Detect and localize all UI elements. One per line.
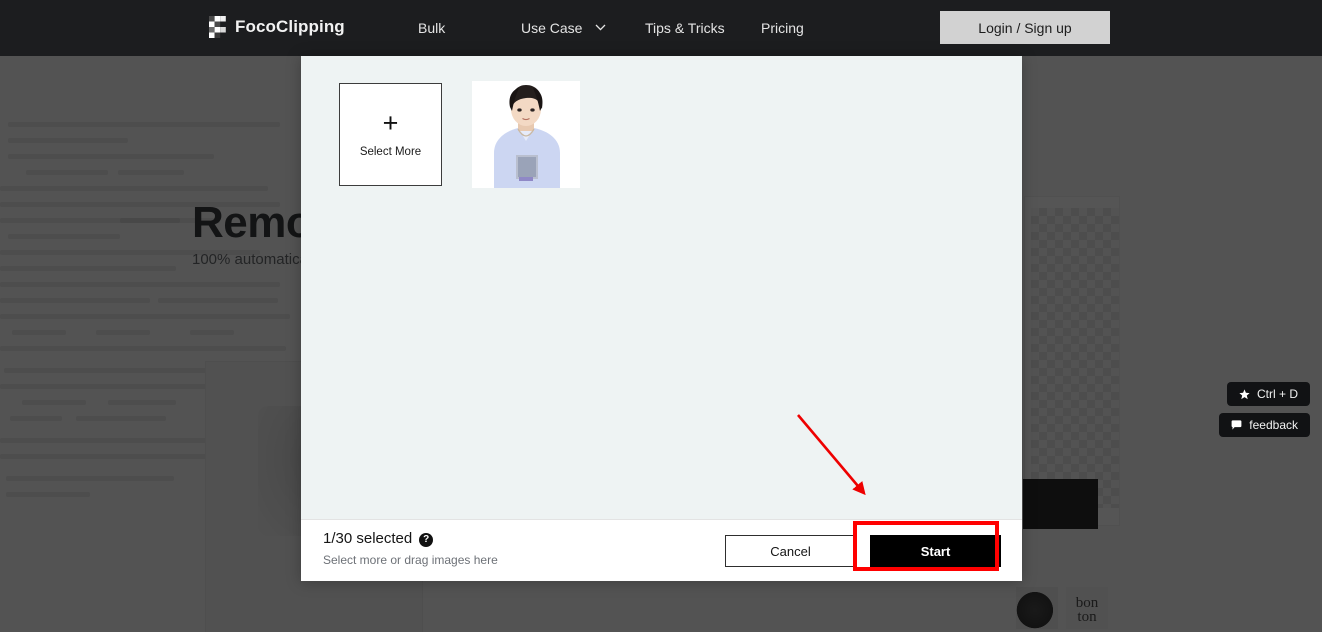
selection-hint: Select more or drag images here [323, 553, 498, 567]
question-mark-icon[interactable]: ? [419, 533, 433, 547]
nav-link-use-case-label: Use Case [521, 20, 582, 36]
modal-footer: 1/30 selected ? Select more or drag imag… [301, 519, 1022, 581]
nav-link-pricing[interactable]: Pricing [761, 20, 804, 36]
nav-link-bulk[interactable]: Bulk [418, 20, 445, 36]
start-button[interactable]: Start [870, 535, 1001, 567]
brand-name: FocoClipping [235, 17, 345, 37]
modal-image-grid[interactable]: + Select More [301, 56, 1022, 519]
nav-link-use-case[interactable]: Use Case [521, 20, 606, 36]
select-more-tile[interactable]: + Select More [339, 83, 442, 186]
speech-bubble-icon [1231, 420, 1242, 431]
cancel-button[interactable]: Cancel [725, 535, 856, 567]
selected-image-thumbnail[interactable] [472, 81, 580, 188]
nav-link-tips-tricks[interactable]: Tips & Tricks [645, 20, 725, 36]
plus-icon: + [383, 112, 399, 134]
upload-modal: + Select More [301, 56, 1022, 581]
feedback-widget[interactable]: feedback [1219, 413, 1310, 437]
star-icon [1239, 389, 1250, 400]
selection-count-label: 1/30 selected [323, 530, 412, 547]
bookmark-widget[interactable]: Ctrl + D [1227, 382, 1310, 406]
feedback-widget-label: feedback [1249, 418, 1298, 432]
login-signup-button[interactable]: Login / Sign up [940, 11, 1110, 44]
chevron-down-icon [595, 24, 606, 31]
select-more-label: Select More [360, 146, 421, 158]
fococlipping-checker-logo-icon [209, 16, 226, 38]
brand-logo[interactable]: FocoClipping [209, 16, 345, 38]
selection-count: 1/30 selected ? [323, 530, 433, 547]
top-navbar: FocoClipping Bulk Use Case Tips & Tricks… [0, 0, 1322, 56]
bookmark-widget-label: Ctrl + D [1257, 387, 1298, 401]
app-root: Remove 100% automatica bon ton By upload… [0, 0, 1322, 632]
